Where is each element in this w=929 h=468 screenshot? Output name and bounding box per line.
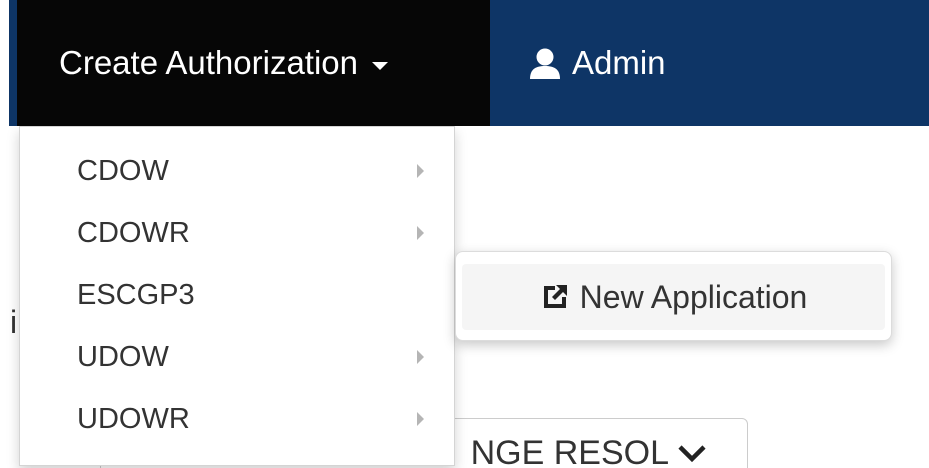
new-application-label: New Application [579, 278, 808, 315]
create-authorization-menu[interactable]: Create Authorization [17, 0, 490, 126]
admin-menu[interactable]: Admin [490, 0, 929, 126]
external-link-icon [543, 285, 567, 308]
create-authorization-label: Create Authorization [59, 44, 359, 81]
navbar-edge [9, 0, 17, 126]
page: Create Authorization Admin i NGE RESOL C… [0, 0, 929, 468]
background-button-label: NGE RESOL [470, 433, 669, 468]
new-application-item[interactable]: New Application [462, 264, 885, 330]
top-navbar: Create Authorization Admin [0, 0, 929, 126]
caret-right-icon [417, 226, 424, 240]
menu-item-escgp3[interactable]: ESCGP3 [20, 265, 454, 325]
menu-item-label: UDOWR [77, 402, 190, 435]
menu-item-label: ESCGP3 [77, 278, 195, 311]
menu-item-label: CDOW [77, 154, 169, 187]
menu-item-label: UDOW [77, 340, 169, 373]
background-text-fragment: i [10, 304, 18, 340]
menu-item-udow[interactable]: UDOW [20, 327, 454, 387]
admin-label: Admin [572, 44, 666, 81]
menu-item-udowr[interactable]: UDOWR [20, 389, 454, 449]
menu-item-label: CDOWR [77, 216, 190, 249]
create-authorization-dropdown: CDOW CDOWR ESCGP3 UDOW UDOWR [19, 126, 455, 466]
caret-down-icon [372, 62, 389, 70]
menu-item-cdowr[interactable]: CDOWR [20, 203, 454, 263]
menu-item-cdow[interactable]: CDOW [20, 141, 454, 201]
user-icon [530, 48, 560, 79]
caret-right-icon [417, 164, 424, 178]
escgp3-submenu: New Application [455, 251, 892, 341]
caret-right-icon [417, 412, 424, 426]
caret-right-icon [417, 350, 424, 364]
chevron-down-icon [678, 445, 706, 463]
